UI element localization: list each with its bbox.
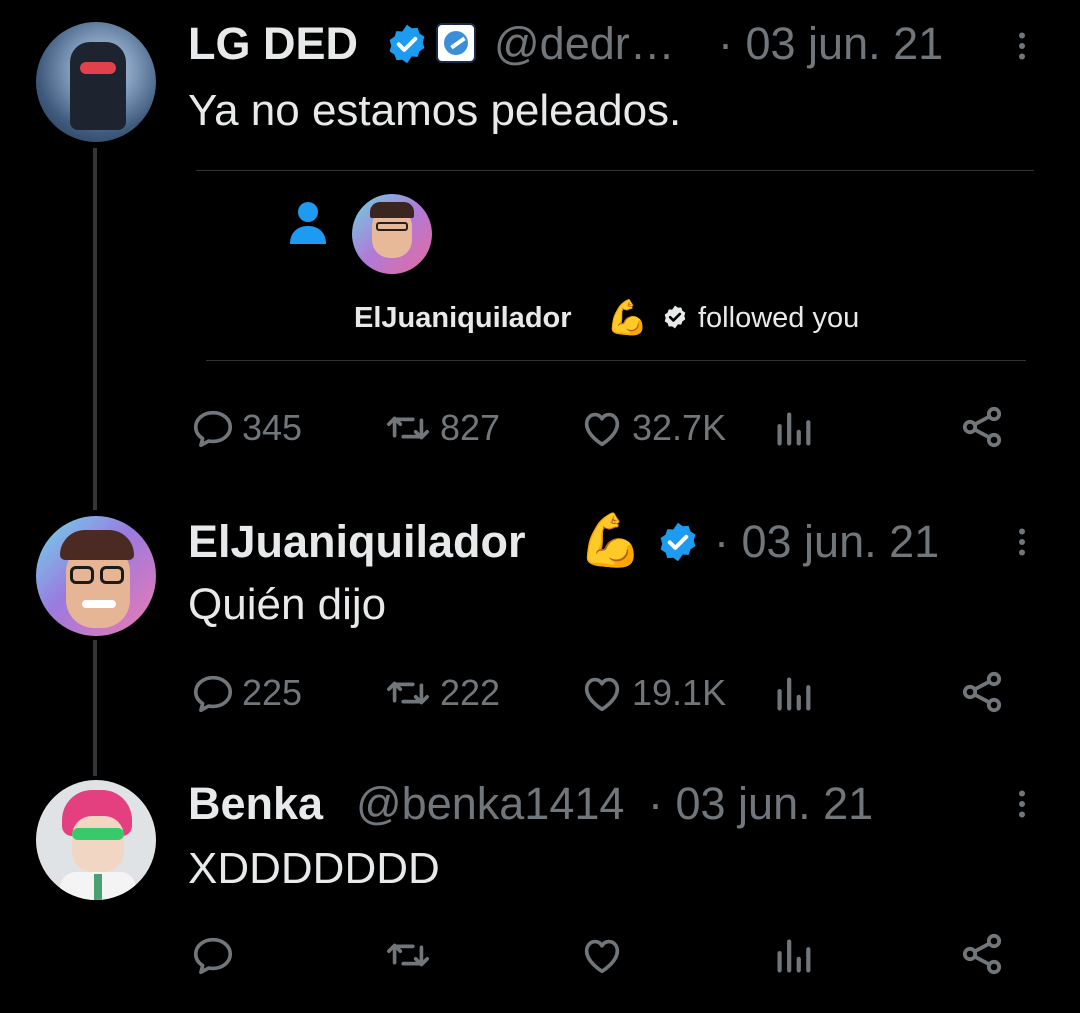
repost-count: 827 <box>440 407 501 448</box>
like-count: 19.1K <box>632 672 727 713</box>
reply-icon <box>193 410 233 448</box>
like-button[interactable] <box>578 932 626 978</box>
timestamp[interactable]: · 03 jun. 21 <box>648 778 873 830</box>
reply-button[interactable] <box>190 932 236 978</box>
card-divider-top <box>196 170 1034 171</box>
share-button[interactable] <box>958 930 1006 978</box>
card-username[interactable]: ElJuaniquilador <box>354 302 572 335</box>
repost-button[interactable] <box>382 932 434 978</box>
more-options-icon[interactable] <box>1004 26 1040 66</box>
display-name[interactable]: Benka <box>188 778 323 830</box>
timestamp[interactable]: · 03 jun. 21 <box>714 516 939 568</box>
like-button[interactable]: 32.7K <box>578 405 726 451</box>
views-button[interactable] <box>770 405 816 451</box>
reply-button[interactable]: 225 <box>190 670 302 716</box>
avatar[interactable] <box>36 516 156 636</box>
reply-icon <box>193 675 233 713</box>
like-count: 32.7K <box>632 407 727 448</box>
card-avatar[interactable] <box>352 194 432 274</box>
repost-icon <box>387 943 429 967</box>
tweet-text: Quién dijo <box>188 580 387 629</box>
views-button[interactable] <box>770 932 816 978</box>
handle[interactable]: @benka1414 <box>356 778 624 830</box>
views-icon <box>770 932 816 978</box>
thread-connector <box>93 640 97 776</box>
display-name[interactable]: ElJuaniquilador <box>188 516 526 568</box>
repost-count: 222 <box>440 672 501 713</box>
heart-icon <box>584 939 620 974</box>
views-icon <box>770 670 816 716</box>
verified-icon[interactable] <box>385 22 429 66</box>
tweet-text: XDDDDDDD <box>188 844 440 893</box>
repost-icon <box>387 681 429 705</box>
share-icon <box>962 406 1002 448</box>
reply-button[interactable]: 345 <box>190 405 302 451</box>
handle[interactable]: @dedr… <box>494 18 675 70</box>
flexed-biceps-emoji: 💪 <box>606 299 649 337</box>
verified-icon <box>664 305 686 329</box>
more-options-icon[interactable] <box>1004 522 1040 562</box>
avatar[interactable] <box>36 22 156 142</box>
more-options-icon[interactable] <box>1004 784 1040 824</box>
share-icon <box>962 671 1002 713</box>
reply-count: 225 <box>242 672 303 713</box>
share-button[interactable] <box>958 403 1006 451</box>
verified-icon[interactable] <box>656 520 700 564</box>
flexed-biceps-emoji: 💪 <box>578 512 643 570</box>
repost-icon <box>387 416 429 440</box>
person-follow-icon <box>290 202 326 244</box>
tweet-text: Ya no estamos peleados. <box>188 86 682 135</box>
like-button[interactable]: 19.1K <box>578 670 726 716</box>
share-icon <box>962 933 1002 975</box>
reply-count: 345 <box>242 407 303 448</box>
thread-connector <box>93 148 97 510</box>
heart-icon <box>584 677 620 712</box>
display-name[interactable]: LG DED <box>188 18 358 70</box>
timestamp[interactable]: · 03 jun. 21 <box>718 18 943 70</box>
avatar[interactable] <box>36 780 156 900</box>
reply-icon <box>193 937 233 975</box>
card-divider-bottom <box>206 360 1026 361</box>
repost-button[interactable]: 222 <box>382 670 500 716</box>
share-button[interactable] <box>958 668 1006 716</box>
affiliate-badge-icon[interactable] <box>436 23 476 63</box>
heart-icon <box>584 412 620 447</box>
views-button[interactable] <box>770 670 816 716</box>
views-icon <box>770 405 816 451</box>
repost-button[interactable]: 827 <box>382 405 500 451</box>
card-action-text: followed you <box>698 302 860 334</box>
